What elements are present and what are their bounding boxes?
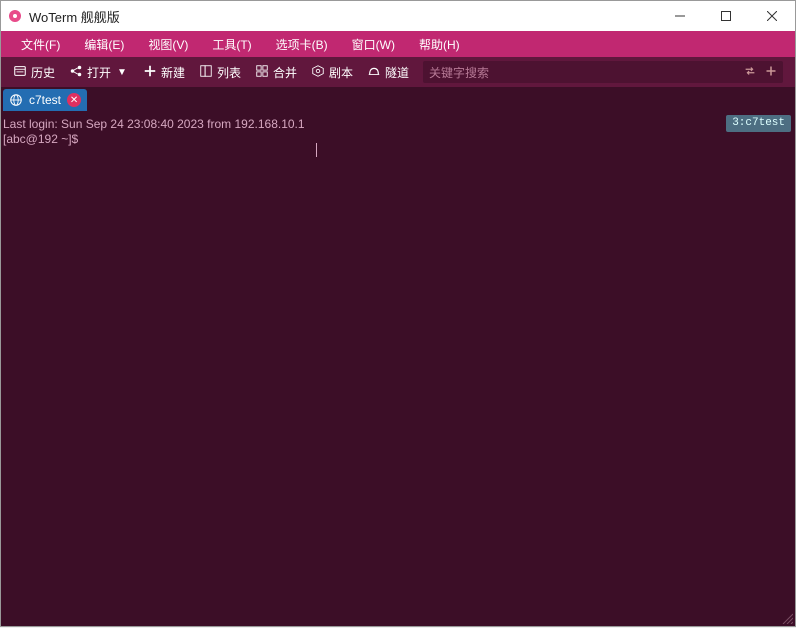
merge-label: 合并 — [273, 64, 297, 81]
new-button[interactable]: 新建 — [137, 61, 191, 84]
menu-edit[interactable]: 编辑(E) — [72, 32, 136, 57]
menu-view[interactable]: 视图(V) — [136, 32, 200, 57]
plus-icon — [143, 64, 157, 81]
app-window: WoTerm 舰舰版 文件(F) 编辑(E) 视图(V) 工具(T) 选项卡(B… — [0, 0, 796, 627]
window-title: WoTerm 舰舰版 — [29, 7, 657, 26]
script-icon — [311, 64, 325, 81]
terminal-line: Last login: Sun Sep 24 23:08:40 2023 fro… — [3, 117, 793, 132]
minimize-button[interactable] — [657, 1, 703, 31]
open-button[interactable]: 打开 ▼ — [63, 61, 133, 84]
menu-tool[interactable]: 工具(T) — [200, 32, 263, 57]
history-label: 历史 — [31, 64, 55, 81]
merge-button[interactable]: 合并 — [249, 61, 303, 84]
script-button[interactable]: 剧本 — [305, 61, 359, 84]
titlebar[interactable]: WoTerm 舰舰版 — [1, 1, 795, 31]
new-label: 新建 — [161, 64, 185, 81]
list-icon — [199, 64, 213, 81]
text-cursor-icon — [316, 143, 317, 157]
search-box[interactable]: 关键字搜索 — [423, 61, 783, 83]
menu-tab[interactable]: 选项卡(B) — [264, 32, 340, 57]
tunnel-label: 隧道 — [385, 64, 409, 81]
globe-icon — [9, 93, 23, 107]
menu-file[interactable]: 文件(F) — [9, 32, 72, 57]
swap-icon[interactable] — [743, 64, 757, 81]
close-button[interactable] — [749, 1, 795, 31]
toolbar: 历史 打开 ▼ 新建 列表 合并 剧本 隧道 关键字搜索 — [1, 57, 795, 87]
menu-window[interactable]: 窗口(W) — [340, 32, 407, 57]
tunnel-icon — [367, 64, 381, 81]
window-controls — [657, 1, 795, 31]
tabbar: c7test ✕ — [1, 87, 795, 113]
resize-grip[interactable] — [781, 612, 793, 624]
merge-icon — [255, 64, 269, 81]
list-button[interactable]: 列表 — [193, 61, 247, 84]
share-icon — [69, 64, 83, 81]
tab-label: c7test — [29, 93, 61, 107]
history-button[interactable]: 历史 — [7, 61, 61, 84]
app-icon — [7, 8, 23, 24]
menubar: 文件(F) 编辑(E) 视图(V) 工具(T) 选项卡(B) 窗口(W) 帮助(… — [1, 31, 795, 57]
list-label: 列表 — [217, 64, 241, 81]
terminal-area[interactable]: 3:c7test Last login: Sun Sep 24 23:08:40… — [1, 113, 795, 626]
terminal-prompt: [abc@192 ~]$ — [3, 132, 793, 147]
tunnel-button[interactable]: 隧道 — [361, 61, 415, 84]
history-icon — [13, 64, 27, 81]
session-tab[interactable]: c7test ✕ — [3, 89, 87, 111]
maximize-button[interactable] — [703, 1, 749, 31]
script-label: 剧本 — [329, 64, 353, 81]
chevron-down-icon: ▼ — [117, 67, 127, 78]
open-label: 打开 — [87, 64, 111, 81]
session-status-badge: 3:c7test — [726, 115, 791, 132]
search-input[interactable]: 关键字搜索 — [429, 64, 743, 81]
menu-help[interactable]: 帮助(H) — [407, 32, 472, 57]
add-icon[interactable] — [765, 65, 777, 80]
tab-close-button[interactable]: ✕ — [67, 93, 81, 107]
